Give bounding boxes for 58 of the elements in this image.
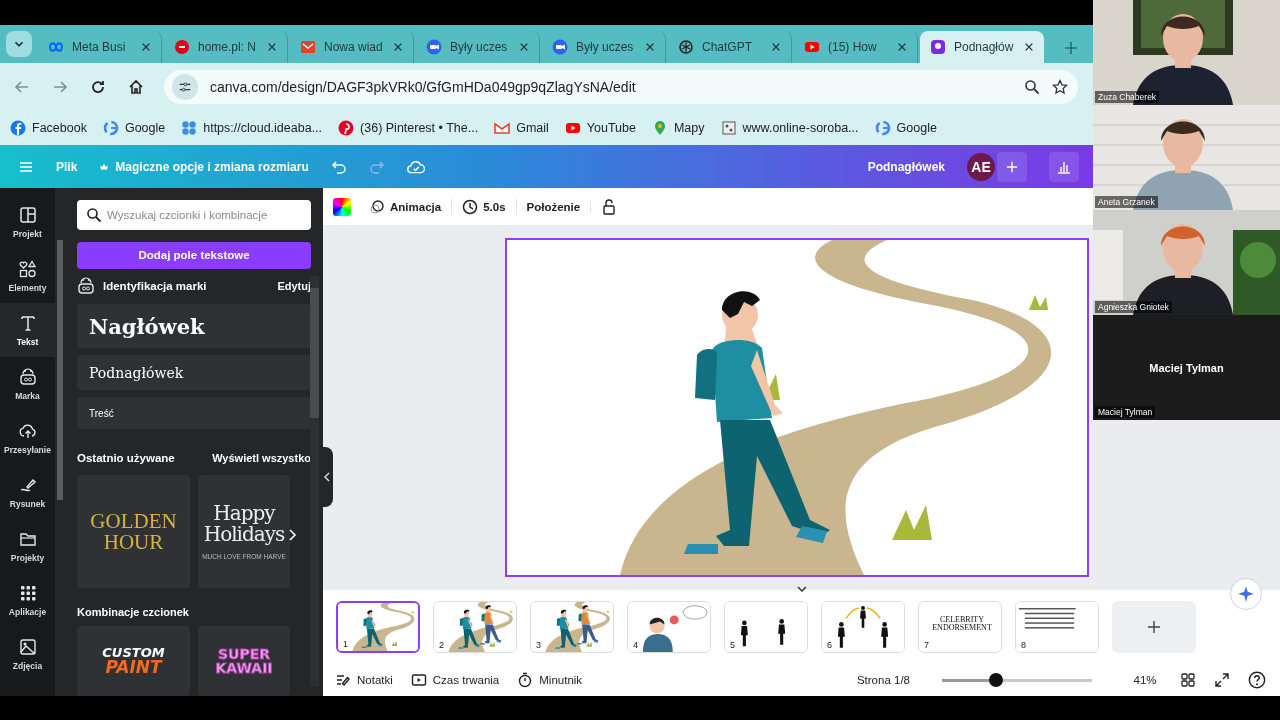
participant-label: Maciej Tylman <box>1095 406 1156 418</box>
font-combo-card[interactable]: SUPER KAWAII <box>198 626 290 696</box>
sidebar-item[interactable]: Elementy <box>0 249 55 303</box>
page-thumbnail[interactable]: CELEBRITY ENDORSEMENT 7 <box>918 600 1002 653</box>
bookmark[interactable]: www.online-soroba... <box>720 119 859 136</box>
participant-name: Maciej Tylman <box>1148 360 1225 376</box>
duration-button[interactable]: 5.0s <box>452 198 517 215</box>
animate-button[interactable]: Animacja <box>359 198 453 215</box>
sidebar-item[interactable]: Projekty <box>0 519 55 573</box>
section-title: Kombinacje czcionek <box>77 606 189 619</box>
bookmark[interactable]: YouTube <box>564 119 636 136</box>
duration-button[interactable]: Czas trwania <box>410 671 500 688</box>
text-style-option[interactable]: Treść <box>77 397 311 430</box>
sidebar-item[interactable]: Projekt <box>0 195 55 249</box>
url-text: canva.com/design/DAGF3pkVRk0/GfGmHDa049gp9qZlagYsNA/edit <box>210 78 637 95</box>
text-style-option[interactable]: Nagłówek <box>77 303 311 349</box>
section-title: Identyfikacja marki <box>103 280 207 293</box>
page-thumbnail[interactable]: 4 <box>627 600 711 653</box>
timer-button[interactable]: Minutnik <box>517 671 583 688</box>
text-style-option[interactable]: Podnagłówek <box>77 355 311 391</box>
bookmark[interactable]: Mapy <box>651 119 705 136</box>
zoom-level: 41% <box>1132 673 1158 686</box>
font-combo-card[interactable]: CUSTOM PAINT <box>77 626 190 696</box>
sidebar-item[interactable]: Rysunek <box>0 465 55 519</box>
page-thumbnail[interactable]: 6 <box>821 600 905 653</box>
sidebar-item[interactable]: Tekst <box>0 303 55 357</box>
sidebar-item[interactable]: Aplikacje <box>0 573 55 627</box>
address-bar[interactable]: canva.com/design/DAGF3pkVRk0/GfGmHDa049gp9qZlagYsNA/edit <box>164 69 1078 104</box>
section-title: Ostatnio używane <box>77 451 175 464</box>
see-all-link[interactable]: Wyświetl wszystko <box>212 451 311 464</box>
bookmark[interactable]: Gmail <box>494 119 549 136</box>
participant-label: Zuza Chaberek <box>1095 91 1160 103</box>
design-title[interactable]: Podnagłówek <box>867 159 945 174</box>
bookmark[interactable]: https://cloud.ideaba... <box>181 119 323 136</box>
participant-label: Aneta Grzanek <box>1095 196 1158 208</box>
bookmark[interactable]: Google <box>102 119 166 136</box>
page-thumbnail[interactable]: 5 <box>724 600 808 653</box>
font-template-card[interactable]: GOLDEN HOUR <box>77 475 190 589</box>
thumbnail-text: CELEBRITY ENDORSEMENT <box>931 615 993 632</box>
participant-label: Agnieszka Gniotek <box>1095 301 1172 313</box>
user-avatar[interactable]: AE <box>967 152 995 181</box>
add-text-button[interactable]: Dodaj pole tekstowe <box>77 242 311 269</box>
sidebar-item[interactable]: Marka <box>0 357 55 411</box>
page-indicator: Strona 1/8 <box>856 673 910 686</box>
position-button[interactable]: Położenie <box>516 200 592 213</box>
sidebar-item[interactable]: Zdjęcia <box>0 627 55 681</box>
notes-button[interactable]: Notatki <box>335 671 393 688</box>
page-thumbnail[interactable]: 1 <box>336 600 420 653</box>
page-thumbnail[interactable]: 2 <box>433 600 517 653</box>
sidebar-item[interactable]: Przesyłanie <box>0 411 55 465</box>
browser-tab[interactable]: Podnagłów <box>920 31 1044 63</box>
page-thumbnail[interactable]: 8 <box>1015 600 1099 653</box>
bookmark[interactable]: Facebook <box>10 119 87 136</box>
search-field[interactable]: Wyszukaj czcionki i kombinacje <box>77 200 311 230</box>
bookmark[interactable]: Google <box>874 119 937 136</box>
edit-link[interactable]: Edytuj <box>277 280 311 293</box>
page-thumbnail[interactable]: 3 <box>530 600 614 653</box>
bookmark[interactable]: (36) Pinterest • The... <box>338 119 479 136</box>
